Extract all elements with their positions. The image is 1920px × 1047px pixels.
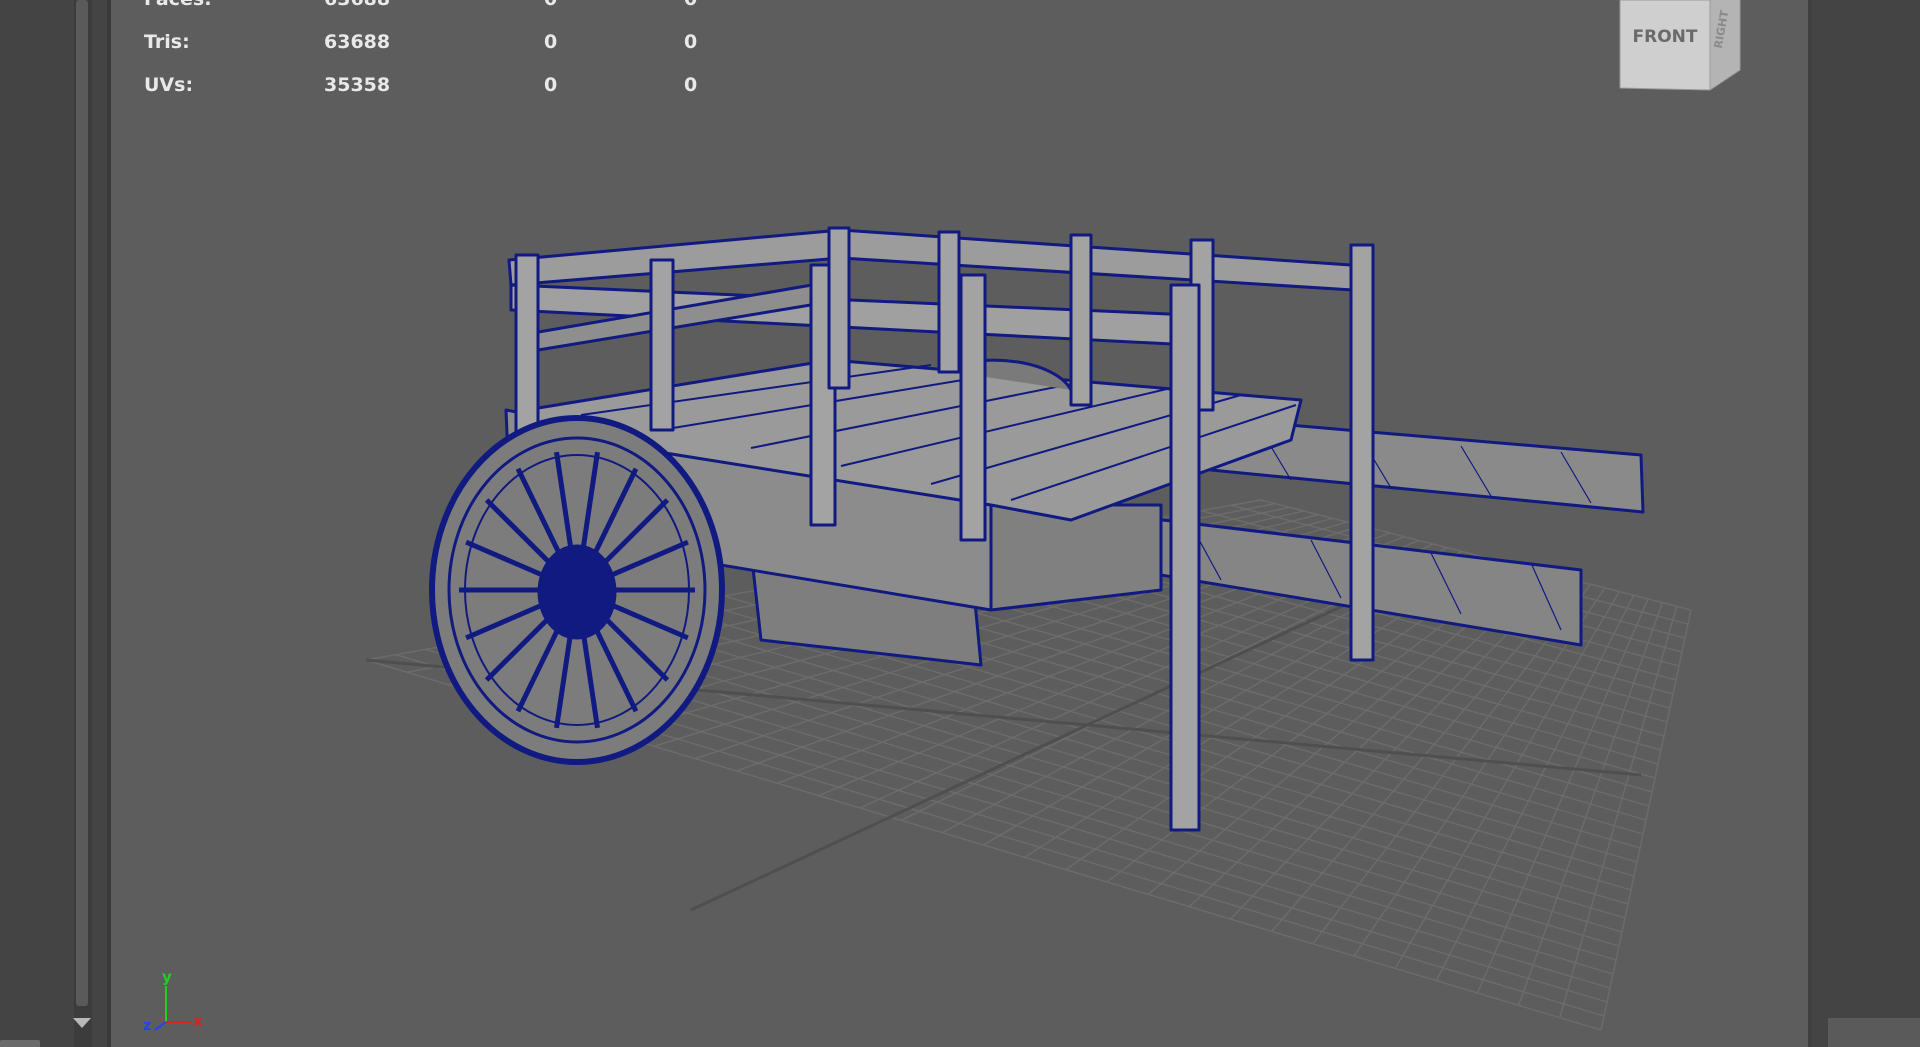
hud-label: UVs: xyxy=(144,74,194,96)
hud-value-selected: 0 xyxy=(544,74,558,96)
hud-value-selected: 0 xyxy=(544,31,558,53)
axis-gizmo: y x z xyxy=(143,968,203,1034)
hud-value-total: 35358 xyxy=(324,74,391,96)
cart-top-rail-back xyxy=(507,228,1355,292)
left-panel-tab[interactable] xyxy=(0,1040,40,1047)
front-wheel xyxy=(429,415,725,765)
x-axis-label: x xyxy=(193,1012,203,1030)
hud-label: Faces: xyxy=(144,0,212,10)
view-cube-front-label: FRONT xyxy=(1633,27,1698,47)
panel-scrollbar-thumb[interactable] xyxy=(76,0,88,1006)
view-cube[interactable]: FRONT RIGHT xyxy=(1615,0,1755,100)
hud-value-selected: 0 xyxy=(544,0,557,10)
y-axis-label: y xyxy=(162,968,172,986)
left-tool-panel xyxy=(0,0,74,1047)
hud-value-total: 63688 xyxy=(324,0,390,10)
scroll-down-arrow-icon[interactable] xyxy=(73,1018,91,1028)
hud-value-total: 63688 xyxy=(324,31,391,53)
right-panel-corner-widget[interactable] xyxy=(1828,1018,1920,1047)
right-panel xyxy=(1812,0,1920,1047)
cart-model[interactable] xyxy=(429,226,1645,832)
cart-front-board xyxy=(989,503,1163,612)
hud-value-component: 0 xyxy=(684,74,698,96)
z-axis-line xyxy=(154,1021,167,1031)
grid-line xyxy=(1435,595,1635,981)
3d-viewport[interactable]: Faces: 63688 0 0 Tris: 63688 0 0 UVs: 35… xyxy=(111,0,1808,1047)
hud-value-component: 0 xyxy=(684,0,697,10)
hud-label: Tris: xyxy=(144,31,190,53)
scene-canvas[interactable] xyxy=(111,0,1808,1047)
hud-value-component: 0 xyxy=(684,31,698,53)
grid-line xyxy=(1600,609,1692,1031)
z-axis-label: z xyxy=(143,1018,151,1034)
